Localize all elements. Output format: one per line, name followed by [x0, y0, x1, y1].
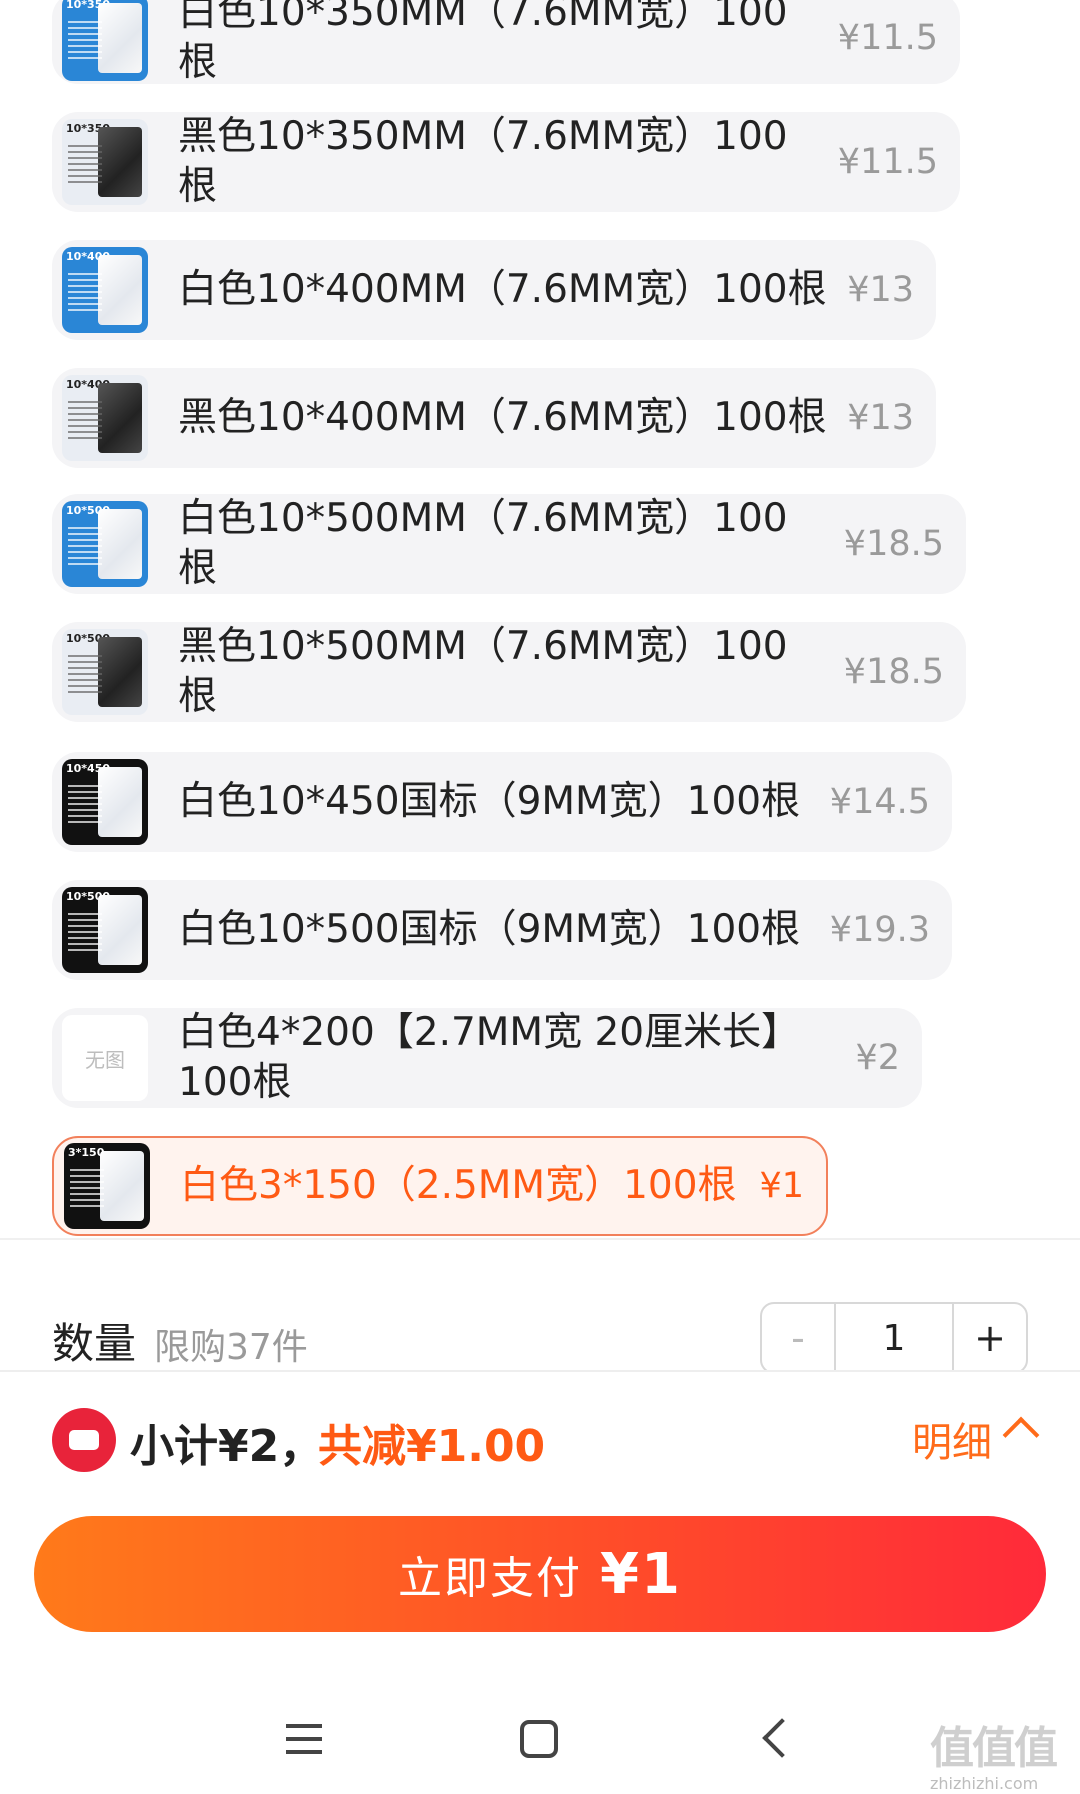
- sku-option[interactable]: 无图 白色4*200【2.7MM宽 20厘米长】100根 ¥2: [52, 1008, 922, 1108]
- watermark-logo: 值值值: [930, 1723, 1058, 1774]
- sku-price: ¥14.5: [829, 782, 930, 822]
- quantity-stepper: - 1 +: [760, 1302, 1028, 1370]
- thumb-spec-lines: [70, 1169, 104, 1209]
- sku-option[interactable]: 10*400 白色10*400MM（7.6MM宽）100根 ¥13: [52, 240, 936, 340]
- sku-price: ¥18.5: [843, 524, 944, 564]
- sku-price: ¥11.5: [837, 18, 938, 58]
- sku-thumbnail: 10*500: [62, 629, 148, 715]
- sku-price: ¥11.5: [837, 142, 938, 182]
- sku-thumbnail: 3*150: [64, 1143, 150, 1229]
- sku-option[interactable]: 10*350 白色10*350MM（7.6MM宽）100根 ¥11.5: [52, 0, 960, 85]
- sku-thumbnail: 10*400: [62, 375, 148, 461]
- sku-name: 黑色10*500MM（7.6MM宽）100根: [178, 624, 788, 719]
- sku-name: 白色10*500国标（9MM宽）100根: [178, 907, 801, 952]
- thumb-spec-lines: [68, 655, 102, 695]
- recent-apps-icon[interactable]: [286, 1724, 322, 1754]
- sku-price: ¥19.3: [829, 910, 930, 950]
- quantity-limit: 限购37件: [154, 1327, 308, 1368]
- sku-option[interactable]: 10*500 白色10*500MM（7.6MM宽）100根 ¥18.5: [52, 494, 966, 594]
- sku-thumbnail: 10*450: [62, 759, 148, 845]
- thumb-spec-lines: [68, 785, 102, 825]
- sku-name: 白色3*150（2.5MM宽）100根: [180, 1163, 737, 1208]
- sku-option[interactable]: 10*500 白色10*500国标（9MM宽）100根 ¥19.3: [52, 880, 952, 980]
- thumb-spec-lines: [68, 401, 102, 441]
- sku-name: 白色10*450国标（9MM宽）100根: [178, 779, 801, 824]
- thumb-spec-lines: [68, 273, 102, 313]
- sku-price: ¥18.5: [843, 652, 944, 692]
- discount-text: 共减¥1.00: [318, 1421, 546, 1472]
- sku-price: ¥2: [855, 1038, 900, 1078]
- cable-tie-bag-icon: [98, 509, 142, 579]
- minus-button[interactable]: -: [762, 1304, 834, 1370]
- detail-link[interactable]: 明细: [912, 1410, 992, 1468]
- cable-tie-bag-icon: [98, 383, 142, 453]
- sku-thumbnail: 10*400: [62, 247, 148, 333]
- sku-thumbnail: 10*500: [62, 501, 148, 587]
- system-nav-bar: [0, 1672, 1080, 1794]
- sku-price: ¥13: [847, 270, 914, 310]
- watermark-url: zhizhizhi.com: [930, 1774, 1039, 1793]
- home-icon[interactable]: [520, 1720, 558, 1758]
- thumb-size-label: 3*150: [68, 1146, 105, 1159]
- cable-tie-bag-icon: [98, 127, 142, 197]
- sku-option[interactable]: 3*150 白色3*150（2.5MM宽）100根 ¥1: [52, 1136, 828, 1236]
- coupon-icon: [52, 1408, 116, 1472]
- back-icon[interactable]: [762, 1718, 802, 1758]
- pay-label: 立即支付: [398, 1553, 583, 1604]
- sku-option[interactable]: 10*500 黑色10*500MM（7.6MM宽）100根 ¥18.5: [52, 622, 966, 722]
- sku-thumbnail: 无图: [62, 1015, 148, 1101]
- sku-price: ¥1: [759, 1166, 804, 1206]
- sku-thumbnail: 10*350: [62, 119, 148, 205]
- sku-name: 白色10*500MM（7.6MM宽）100根: [178, 496, 788, 591]
- sku-name: 白色10*350MM（7.6MM宽）100根: [178, 0, 788, 85]
- cable-tie-bag-icon: [98, 767, 142, 837]
- divider: [0, 1238, 1080, 1240]
- sku-thumbnail: 10*500: [62, 887, 148, 973]
- sku-price: ¥13: [847, 398, 914, 438]
- pay-now-button[interactable]: 立即支付 ¥1: [34, 1516, 1046, 1632]
- checkout-footer: 小计¥2， 共减¥1.00 明细 立即支付 ¥1 值值值 zhizhizhi.c…: [0, 1370, 1080, 1794]
- sku-name: 白色10*400MM（7.6MM宽）100根: [178, 267, 827, 312]
- quantity-label: 数量: [52, 1319, 137, 1368]
- cable-tie-bag-icon: [98, 637, 142, 707]
- sku-option[interactable]: 10*350 黑色10*350MM（7.6MM宽）100根 ¥11.5: [52, 112, 960, 212]
- thumb-spec-lines: [68, 527, 102, 567]
- sku-option[interactable]: 10*400 黑色10*400MM（7.6MM宽）100根 ¥13: [52, 368, 936, 468]
- cable-tie-bag-icon: [98, 3, 142, 73]
- sku-name: 白色4*200【2.7MM宽 20厘米长】100根: [178, 1010, 801, 1105]
- sku-sheet: 10*350 白色10*350MM（7.6MM宽）100根 ¥11.5 10*350 黑…: [0, 0, 1080, 1370]
- thumb-spec-lines: [68, 913, 102, 953]
- cable-tie-bag-icon: [98, 255, 142, 325]
- thumb-spec-lines: [68, 21, 102, 61]
- sku-name: 黑色10*350MM（7.6MM宽）100根: [178, 114, 788, 209]
- chevron-up-icon[interactable]: [1002, 1416, 1040, 1454]
- quantity-value[interactable]: 1: [834, 1304, 954, 1370]
- cable-tie-bag-icon: [100, 1151, 144, 1221]
- sku-thumbnail: 10*350: [62, 0, 148, 81]
- sku-name: 黑色10*400MM（7.6MM宽）100根: [178, 395, 827, 440]
- pay-amount: ¥1: [600, 1541, 682, 1607]
- plus-button[interactable]: +: [954, 1304, 1026, 1370]
- thumb-spec-lines: [68, 145, 102, 185]
- cable-tie-bag-icon: [98, 895, 142, 965]
- sku-option[interactable]: 10*450 白色10*450国标（9MM宽）100根 ¥14.5: [52, 752, 952, 852]
- subtotal-text: 小计¥2，: [130, 1421, 324, 1472]
